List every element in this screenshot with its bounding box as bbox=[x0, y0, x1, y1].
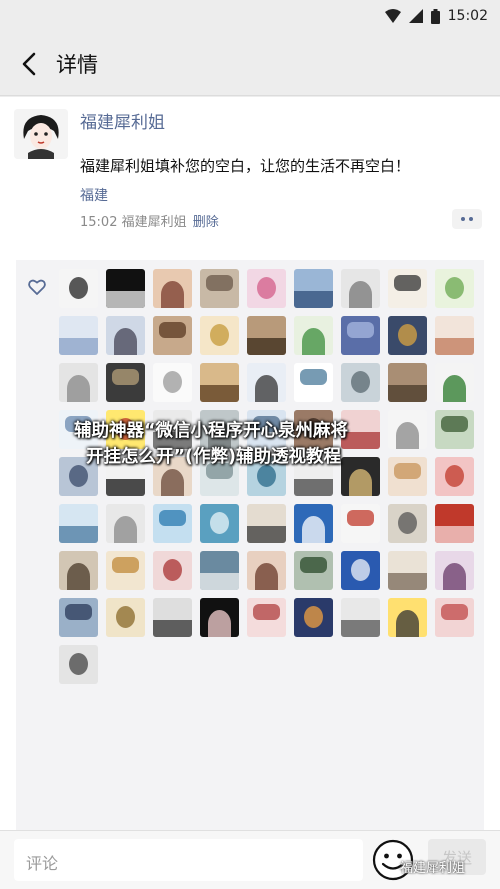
liker-avatar[interactable] bbox=[341, 598, 380, 637]
liker-avatar[interactable] bbox=[341, 504, 380, 543]
liker-avatar[interactable] bbox=[59, 551, 98, 590]
liker-avatar[interactable] bbox=[435, 363, 474, 402]
post-text: 福建犀利姐填补您的空白，让您的生活不再空白！ bbox=[80, 157, 411, 175]
liker-avatar[interactable] bbox=[200, 598, 239, 637]
liker-avatar[interactable] bbox=[435, 551, 474, 590]
overlay-line-2: 开挂怎么开”(作弊)辅助透视教程 bbox=[86, 447, 341, 467]
liker-avatar[interactable] bbox=[59, 598, 98, 637]
liker-avatar[interactable] bbox=[106, 363, 145, 402]
liker-avatar[interactable] bbox=[200, 504, 239, 543]
liker-avatar[interactable] bbox=[388, 363, 427, 402]
liker-avatar[interactable] bbox=[435, 316, 474, 355]
overlay-line-1: 辅助神器“微信小程序开心泉州麻将 bbox=[74, 421, 349, 441]
liker-avatar[interactable] bbox=[294, 363, 333, 402]
status-bar: 15:02 bbox=[0, 0, 500, 32]
post-time: 15:02 bbox=[80, 215, 118, 230]
watermark: 福建犀利姐 bbox=[400, 861, 466, 876]
liker-avatar[interactable] bbox=[388, 316, 427, 355]
page-title: 详情 bbox=[56, 52, 98, 77]
liker-avatar[interactable] bbox=[388, 598, 427, 637]
liker-avatar[interactable] bbox=[388, 269, 427, 308]
liker-avatar[interactable] bbox=[247, 316, 286, 355]
liker-avatar[interactable] bbox=[435, 457, 474, 496]
liker-avatar[interactable] bbox=[59, 504, 98, 543]
liker-avatar[interactable] bbox=[341, 363, 380, 402]
liker-avatar[interactable] bbox=[200, 316, 239, 355]
more-options-button[interactable] bbox=[452, 209, 482, 229]
liker-avatar[interactable] bbox=[247, 504, 286, 543]
liker-avatar[interactable] bbox=[106, 269, 145, 308]
liker-avatar[interactable] bbox=[435, 504, 474, 543]
liker-avatar[interactable] bbox=[294, 316, 333, 355]
liker-avatar[interactable] bbox=[106, 316, 145, 355]
liker-avatar[interactable] bbox=[153, 316, 192, 355]
liker-avatar[interactable] bbox=[106, 598, 145, 637]
liker-avatar[interactable] bbox=[200, 363, 239, 402]
liker-avatar[interactable] bbox=[294, 598, 333, 637]
liker-avatar[interactable] bbox=[247, 363, 286, 402]
liker-avatar[interactable] bbox=[294, 269, 333, 308]
spam-overlay-text: 辅助神器“微信小程序开心泉州麻将 开挂怎么开”(作弊)辅助透视教程 bbox=[70, 418, 430, 470]
liker-avatar[interactable] bbox=[106, 504, 145, 543]
liker-avatar[interactable] bbox=[294, 504, 333, 543]
nav-bar: 详情 bbox=[0, 32, 500, 96]
dot-icon bbox=[469, 217, 473, 221]
dot-icon bbox=[461, 217, 465, 221]
liker-avatar[interactable] bbox=[294, 551, 333, 590]
delete-link[interactable]: 删除 bbox=[193, 215, 219, 230]
liker-avatar[interactable] bbox=[388, 551, 427, 590]
signal-icon bbox=[408, 9, 423, 23]
battery-icon bbox=[430, 8, 440, 24]
likes-panel bbox=[16, 260, 484, 830]
liker-avatar[interactable] bbox=[247, 551, 286, 590]
post-meta-author: 福建犀利姐 bbox=[121, 215, 187, 230]
liker-avatar[interactable] bbox=[200, 551, 239, 590]
status-time: 15:02 bbox=[447, 8, 488, 24]
liker-avatar[interactable] bbox=[247, 269, 286, 308]
liker-avatar[interactable] bbox=[341, 316, 380, 355]
liker-avatar[interactable] bbox=[341, 269, 380, 308]
back-arrow-icon[interactable] bbox=[14, 49, 44, 79]
author-avatar[interactable] bbox=[14, 109, 68, 159]
liker-avatar[interactable] bbox=[153, 504, 192, 543]
post-meta: 15:02 福建犀利姐 删除 bbox=[80, 211, 219, 230]
liker-avatar[interactable] bbox=[59, 316, 98, 355]
post-location[interactable]: 福建 bbox=[80, 185, 108, 205]
liker-avatar[interactable] bbox=[153, 363, 192, 402]
liker-avatar[interactable] bbox=[388, 504, 427, 543]
liker-avatar[interactable] bbox=[59, 363, 98, 402]
liker-avatar[interactable] bbox=[200, 269, 239, 308]
liker-avatar[interactable] bbox=[59, 645, 98, 684]
liker-avatar[interactable] bbox=[153, 269, 192, 308]
liker-avatar[interactable] bbox=[59, 269, 98, 308]
comment-input[interactable]: 评论 bbox=[14, 839, 363, 881]
liker-avatar[interactable] bbox=[153, 598, 192, 637]
liker-avatar[interactable] bbox=[435, 410, 474, 449]
liker-avatar[interactable] bbox=[435, 269, 474, 308]
liker-avatar[interactable] bbox=[435, 598, 474, 637]
liker-avatar[interactable] bbox=[341, 551, 380, 590]
heart-outline-icon bbox=[28, 278, 46, 296]
comment-bar: 评论 发送 福建犀利姐 bbox=[0, 830, 500, 889]
liker-avatar[interactable] bbox=[153, 551, 192, 590]
author-name[interactable]: 福建犀利姐 bbox=[80, 108, 165, 133]
wifi-icon bbox=[384, 9, 401, 23]
liker-avatar[interactable] bbox=[106, 551, 145, 590]
liker-avatar[interactable] bbox=[247, 598, 286, 637]
